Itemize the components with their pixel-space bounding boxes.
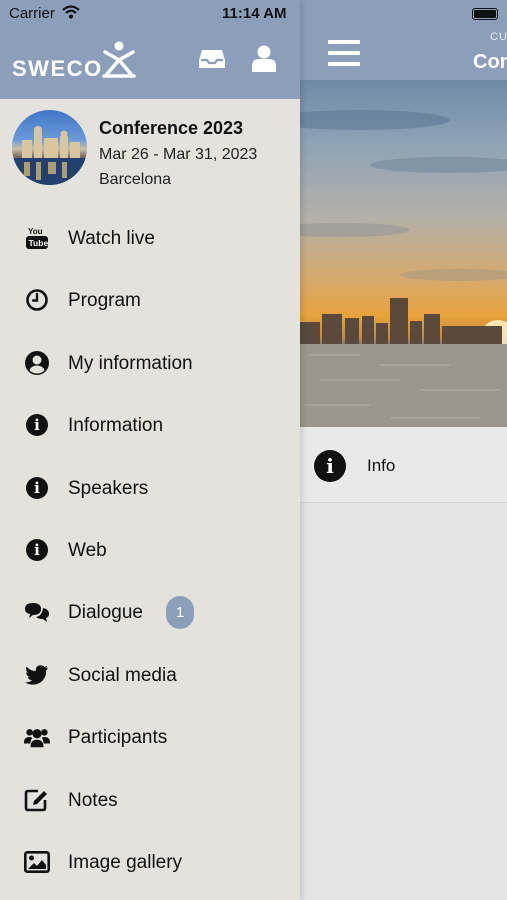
- dialogue-badge: 1: [166, 596, 194, 630]
- main-subtitle: CU: [490, 31, 507, 43]
- menu-label: Program: [68, 290, 141, 312]
- user-circle-icon: [24, 350, 50, 376]
- menu-item-program[interactable]: Program: [0, 270, 300, 332]
- menu-item-dialogue[interactable]: Dialogue 1: [0, 582, 300, 644]
- menu-item-speakers[interactable]: i Speakers: [0, 458, 300, 520]
- image-icon: [24, 849, 50, 875]
- carrier-label: Carrier: [9, 5, 55, 22]
- hamburger-menu-icon[interactable]: [328, 40, 360, 66]
- side-drawer: Carrier 11:14 AM SWECO Conference 2023 M…: [0, 0, 300, 900]
- battery-icon: [472, 8, 498, 20]
- hero-image: [300, 80, 507, 427]
- menu-label: Speakers: [68, 477, 149, 499]
- menu-label: Social media: [68, 664, 177, 686]
- menu-label: Web: [68, 539, 107, 561]
- profile-icon[interactable]: [249, 44, 279, 72]
- info-icon: i: [24, 537, 50, 563]
- main-panel: CU Con i Info: [300, 0, 507, 900]
- svg-text:You: You: [28, 227, 43, 236]
- youtube-icon: You Tube: [24, 225, 50, 251]
- inbox-icon[interactable]: [197, 44, 227, 72]
- drawer-header: Carrier 11:14 AM SWECO: [0, 0, 300, 99]
- conference-location: Barcelona: [99, 171, 172, 188]
- wifi-icon: [62, 5, 80, 19]
- status-bar: Carrier 11:14 AM: [0, 0, 300, 28]
- menu-label: Information: [68, 415, 164, 437]
- logo-text: SWECO: [12, 56, 103, 81]
- menu-label: My information: [68, 352, 193, 374]
- menu-label: Watch live: [68, 228, 155, 249]
- twitter-icon: [24, 662, 50, 688]
- menu-item-my-information[interactable]: My information: [0, 333, 300, 395]
- menu-label: Participants: [68, 727, 168, 749]
- conference-dates: Mar 26 - Mar 31, 2023: [99, 146, 258, 163]
- status-time: 11:14 AM: [222, 5, 287, 22]
- sweco-logo: SWECO: [12, 40, 142, 81]
- main-header: CU Con: [300, 0, 507, 80]
- menu-item-watch-live[interactable]: You Tube Watch live: [0, 208, 300, 270]
- conference-image: [12, 110, 87, 185]
- menu-item-participants[interactable]: Participants: [0, 707, 300, 769]
- chat-bubbles-icon: [24, 599, 50, 625]
- menu-item-image-gallery[interactable]: Image gallery: [0, 832, 300, 894]
- svg-text:Tube: Tube: [29, 238, 49, 248]
- sweco-figure-icon: [102, 41, 136, 78]
- menu-item-social-media[interactable]: Social media: [0, 645, 300, 707]
- menu-item-web[interactable]: i Web: [0, 520, 300, 582]
- conference-card[interactable]: Conference 2023 Mar 26 - Mar 31, 2023 Ba…: [0, 99, 300, 199]
- edit-note-icon: [24, 787, 50, 813]
- menu-label: Image gallery: [68, 851, 183, 873]
- conference-title: Conference 2023: [99, 118, 244, 138]
- main-title: Con: [473, 51, 507, 73]
- info-row[interactable]: i Info: [300, 427, 507, 503]
- info-row-label: Info: [367, 456, 396, 475]
- menu-label: Notes: [68, 789, 118, 811]
- menu-label: Dialogue: [68, 602, 143, 624]
- menu-item-notes[interactable]: Notes: [0, 770, 300, 832]
- clock-icon: [24, 287, 50, 313]
- info-icon: i: [24, 475, 50, 501]
- info-icon: i: [314, 450, 346, 482]
- city-skyline-image: [300, 110, 507, 427]
- info-icon: i: [24, 412, 50, 438]
- users-icon: [24, 724, 50, 750]
- menu-item-information[interactable]: i Information: [0, 395, 300, 457]
- drawer-menu: You Tube Watch live Program My informati…: [0, 208, 300, 894]
